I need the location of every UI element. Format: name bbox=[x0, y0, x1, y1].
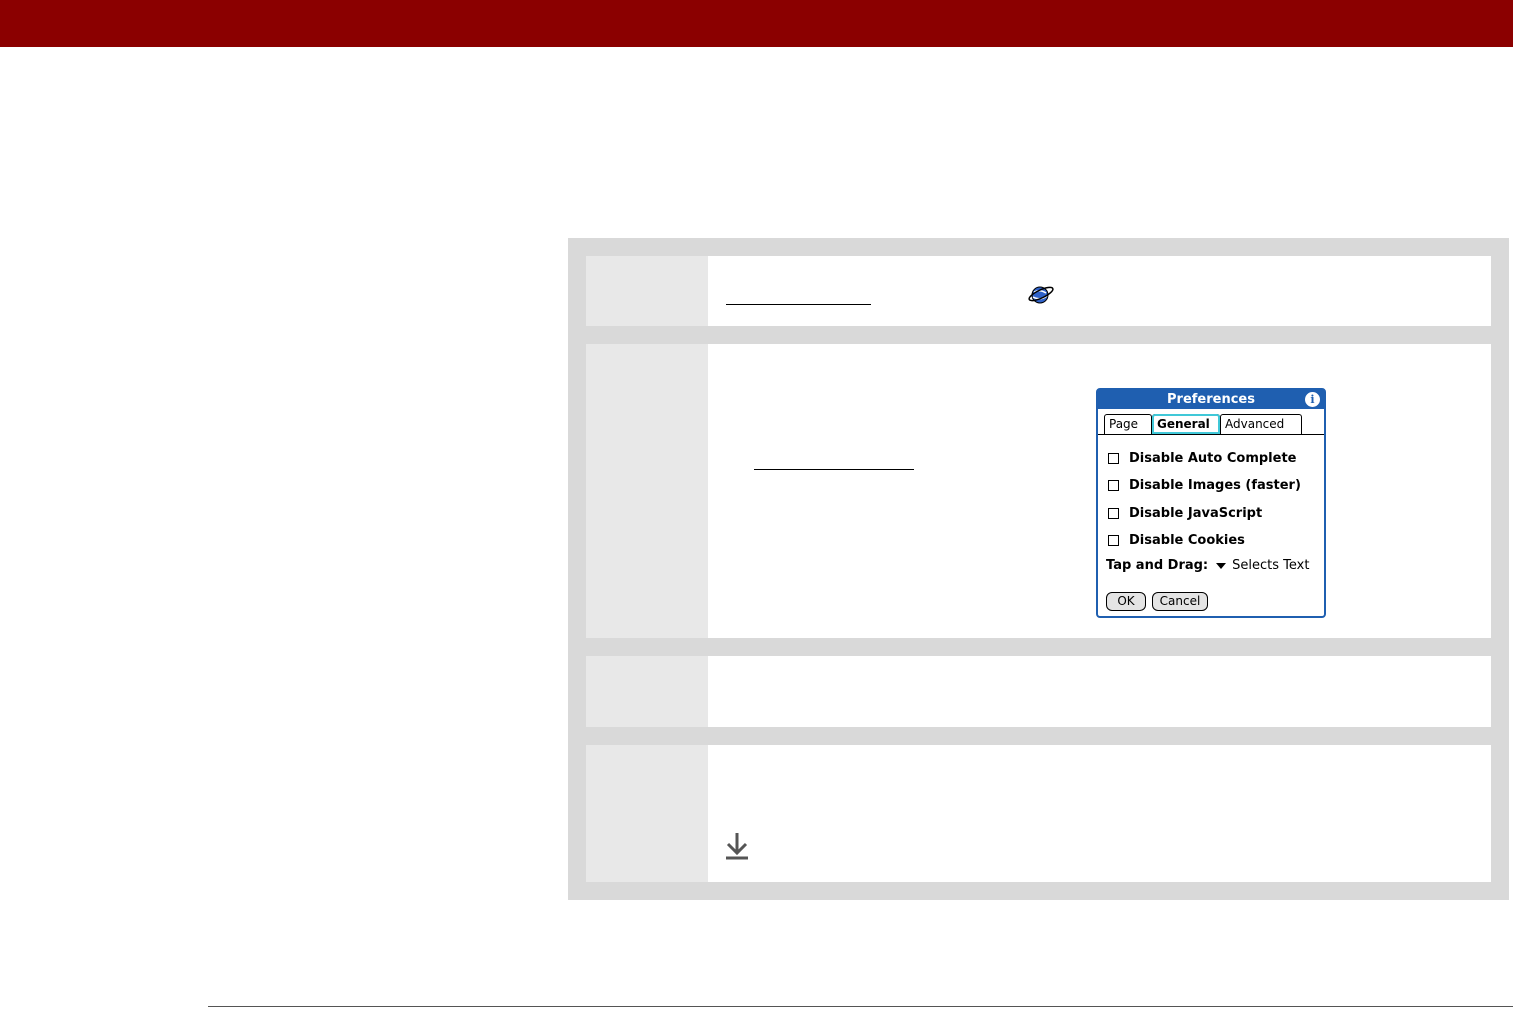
step-number-cell bbox=[586, 256, 708, 326]
step-body bbox=[708, 745, 1491, 882]
step-body: Preferences i Page General Advanced Disa… bbox=[708, 344, 1491, 638]
header-bar bbox=[0, 0, 1513, 47]
option-disable-auto-complete[interactable]: Disable Auto Complete bbox=[1108, 449, 1296, 467]
step-number-cell bbox=[586, 344, 708, 638]
step-number-cell bbox=[586, 745, 708, 882]
step-row-4 bbox=[586, 745, 1491, 882]
tap-and-drag-select[interactable]: Selects Text bbox=[1232, 558, 1309, 573]
option-disable-images[interactable]: Disable Images (faster) bbox=[1108, 476, 1301, 494]
dropdown-triangle-icon[interactable] bbox=[1216, 562, 1227, 569]
step-row-3 bbox=[586, 656, 1491, 727]
step-body bbox=[708, 656, 1491, 727]
download-arrow-icon bbox=[726, 833, 748, 860]
footer-divider bbox=[208, 1006, 1513, 1007]
option-disable-javascript[interactable]: Disable JavaScript bbox=[1108, 504, 1262, 522]
option-label: Disable JavaScript bbox=[1129, 505, 1263, 521]
step-row-1 bbox=[586, 256, 1491, 326]
ok-button[interactable]: OK bbox=[1106, 592, 1146, 611]
tab-general[interactable]: General bbox=[1152, 414, 1220, 434]
tab-divider bbox=[1098, 434, 1324, 435]
option-disable-cookies[interactable]: Disable Cookies bbox=[1108, 531, 1245, 549]
tap-and-drag-label: Tap and Drag: bbox=[1106, 558, 1209, 573]
step-row-2: Preferences i Page General Advanced Disa… bbox=[586, 344, 1491, 638]
dialog-title-text: Preferences bbox=[1167, 392, 1255, 407]
step-number-cell bbox=[586, 656, 708, 727]
tab-page[interactable]: Page bbox=[1104, 414, 1152, 434]
tap-and-drag-row: Tap and Drag: Selects Text bbox=[1106, 558, 1309, 573]
tab-advanced[interactable]: Advanced bbox=[1220, 414, 1302, 434]
dialog-title: Preferences i bbox=[1098, 390, 1324, 409]
option-label: Disable Images (faster) bbox=[1129, 477, 1301, 493]
preferences-dialog: Preferences i Page General Advanced Disa… bbox=[1096, 388, 1326, 618]
steps-table: Preferences i Page General Advanced Disa… bbox=[568, 238, 1509, 900]
cancel-button[interactable]: Cancel bbox=[1152, 592, 1208, 611]
cross-reference-link[interactable] bbox=[754, 469, 914, 470]
info-icon[interactable]: i bbox=[1305, 392, 1320, 407]
checkbox[interactable] bbox=[1108, 534, 1119, 546]
step-body bbox=[708, 256, 1491, 326]
cross-reference-link[interactable] bbox=[726, 304, 871, 305]
option-label: Disable Auto Complete bbox=[1129, 450, 1297, 466]
checkbox[interactable] bbox=[1108, 507, 1119, 519]
web-browser-icon bbox=[1028, 286, 1054, 304]
checkbox[interactable] bbox=[1108, 452, 1119, 464]
option-label: Disable Cookies bbox=[1129, 532, 1245, 548]
checkbox[interactable] bbox=[1108, 479, 1119, 491]
